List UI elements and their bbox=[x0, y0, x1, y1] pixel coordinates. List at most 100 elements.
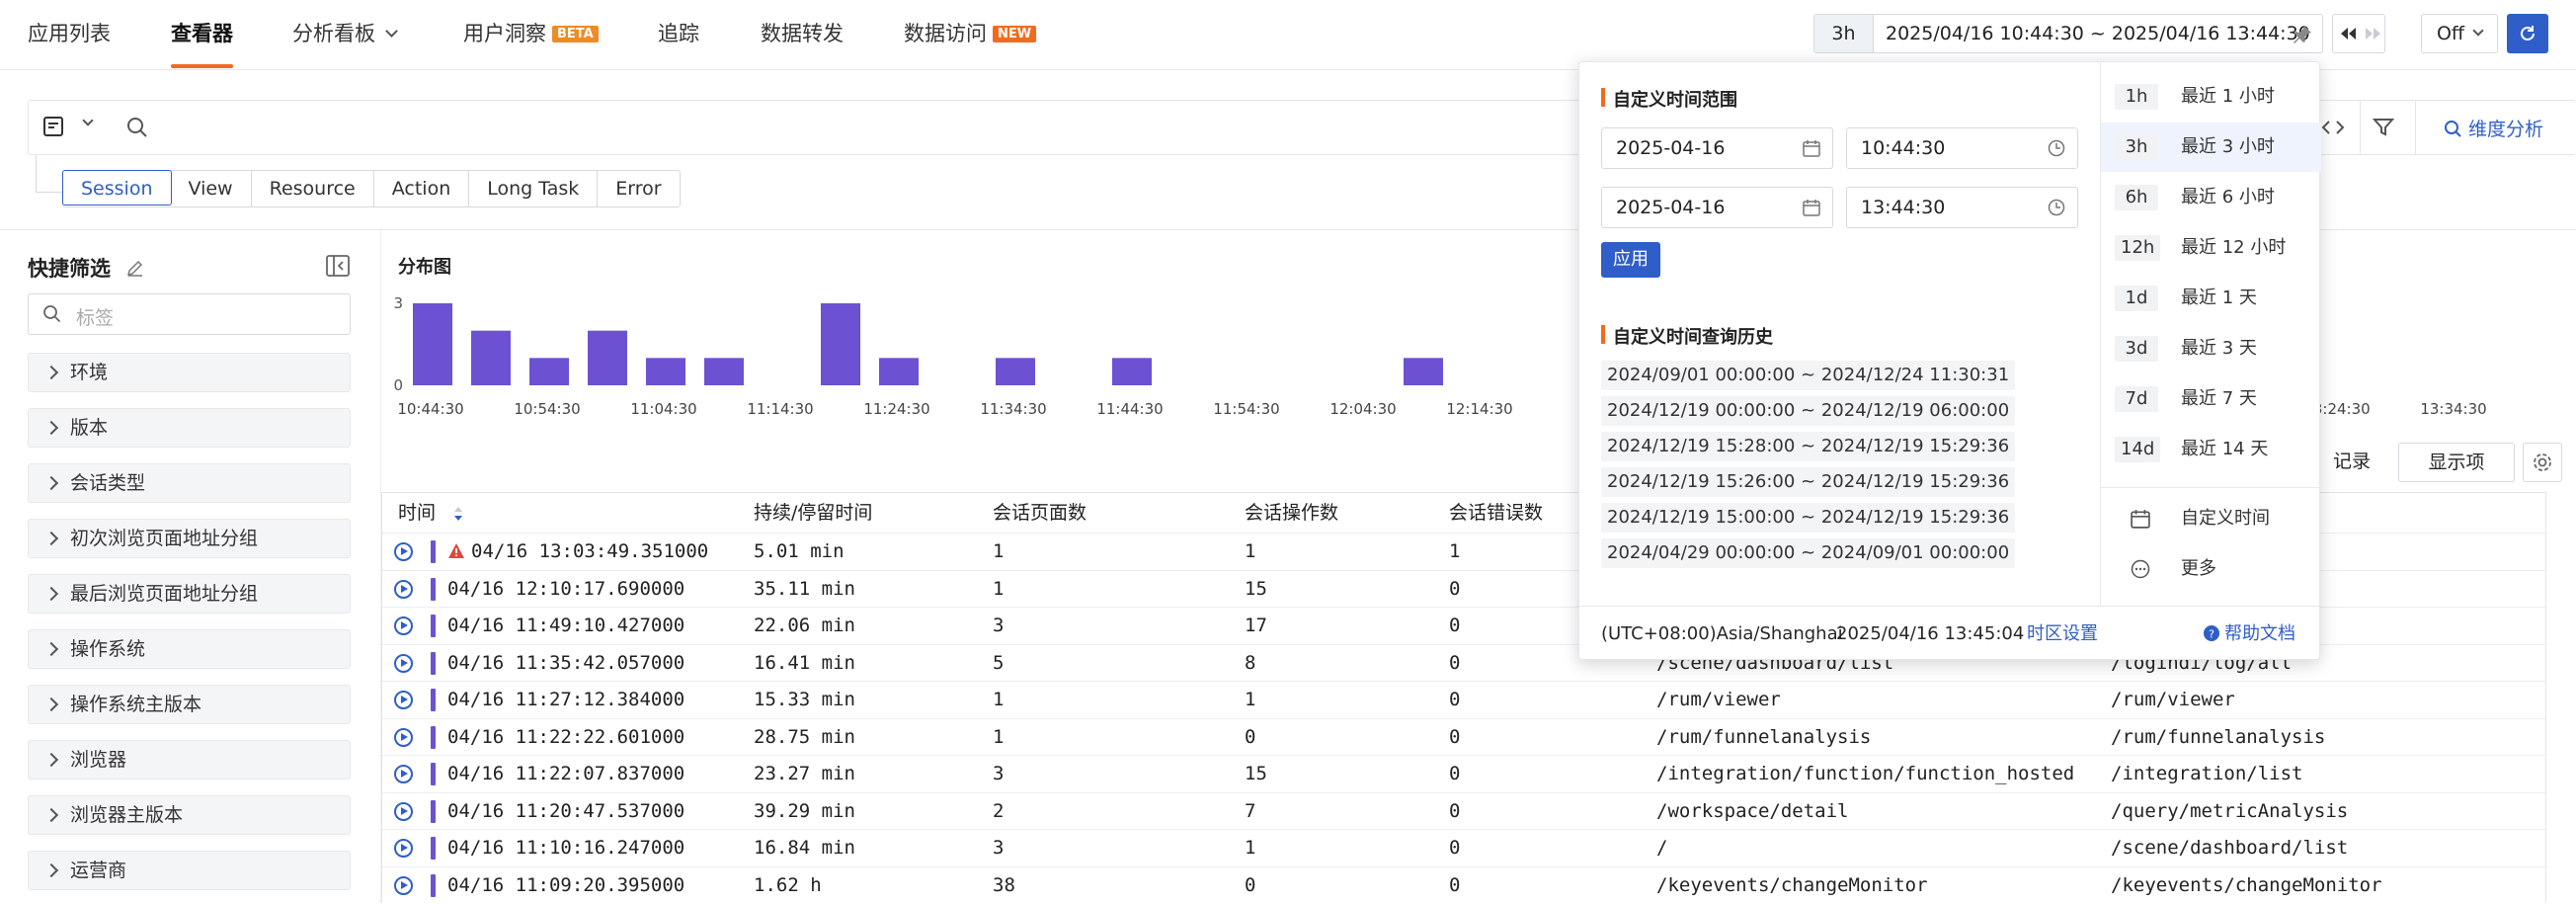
column-header-errors[interactable]: 会话错误数 bbox=[1449, 493, 1543, 533]
play-replay-icon[interactable] bbox=[394, 765, 413, 783]
nav-app-list[interactable]: 应用列表 bbox=[28, 0, 111, 69]
play-replay-icon[interactable] bbox=[394, 579, 413, 599]
refresh-button[interactable] bbox=[2507, 14, 2548, 53]
facet-browser-major[interactable]: 浏览器主版本 bbox=[28, 795, 351, 835]
session-status-bar bbox=[431, 799, 436, 823]
chart-bar[interactable] bbox=[471, 330, 511, 385]
step-back-icon[interactable] bbox=[2337, 24, 2380, 43]
start-time-input[interactable]: 10:44:30 bbox=[1846, 127, 2078, 169]
quick-range-7d[interactable]: 7d 最近 7 天 bbox=[2101, 374, 2321, 424]
facet-carrier[interactable]: 运营商 bbox=[28, 851, 351, 890]
chart-bar[interactable] bbox=[704, 358, 744, 385]
collapse-sidebar-icon[interactable] bbox=[326, 255, 350, 277]
facet-session-type[interactable]: 会话类型 bbox=[28, 463, 351, 503]
quick-range-1d[interactable]: 1d 最近 1 天 bbox=[2101, 274, 2321, 323]
nav-data-forwarding[interactable]: 数据转发 bbox=[761, 0, 844, 69]
history-item[interactable]: 2024/12/19 15:00:00 ~ 2024/12/19 15:29:3… bbox=[1601, 503, 2016, 533]
quick-range-3h[interactable]: 3h 最近 3 小时 bbox=[2101, 123, 2321, 172]
facet-first-page-group[interactable]: 初次浏览页面地址分组 bbox=[28, 519, 351, 558]
column-header-actions[interactable]: 会话操作数 bbox=[1245, 493, 1338, 533]
history-item[interactable]: 2024/12/19 00:00:00 ~ 2024/12/19 06:00:0… bbox=[1601, 396, 2016, 426]
code-icon[interactable] bbox=[2320, 116, 2346, 139]
custom-time-option[interactable]: 自定义时间 bbox=[2101, 494, 2321, 543]
edit-icon[interactable] bbox=[125, 258, 145, 278]
facet-browser[interactable]: 浏览器 bbox=[28, 740, 351, 780]
table-cell-time: 04/16 11:09:20.395000 bbox=[447, 873, 685, 896]
table-cell-time: 04/16 11:49:10.427000 bbox=[447, 615, 685, 636]
pin-icon[interactable] bbox=[2291, 23, 2314, 46]
nav-explorer[interactable]: 查看器 bbox=[171, 0, 233, 69]
chart-bar[interactable] bbox=[646, 358, 685, 385]
sort-icon[interactable] bbox=[451, 506, 465, 522]
chart-bar[interactable] bbox=[529, 358, 569, 385]
column-header-duration[interactable]: 持续/停留时间 bbox=[754, 493, 872, 533]
tag-search-input[interactable]: 标签 bbox=[28, 293, 351, 335]
play-replay-icon[interactable] bbox=[394, 691, 413, 709]
chart-bar[interactable] bbox=[1404, 358, 1443, 385]
play-replay-icon[interactable] bbox=[394, 542, 413, 561]
play-replay-icon[interactable] bbox=[394, 653, 413, 673]
table-row[interactable]: 04/16 11:22:22.601000 28.75 min 1 0 0/rum/fu… bbox=[382, 717, 2545, 756]
timezone-settings-link[interactable]: 时区设置 bbox=[2027, 607, 2098, 662]
table-row[interactable]: 04/16 11:09:20.395000 1.62 h 38 0 0/keyevent… bbox=[382, 865, 2545, 904]
facet-os[interactable]: 操作系统 bbox=[28, 629, 351, 669]
table-settings-button[interactable] bbox=[2523, 443, 2562, 482]
facet-env[interactable]: 环境 bbox=[28, 353, 351, 392]
chevron-down-icon[interactable] bbox=[82, 115, 94, 126]
quick-range-6h[interactable]: 6h 最近 6 小时 bbox=[2101, 173, 2321, 222]
filter-settings-icon[interactable] bbox=[2372, 116, 2397, 139]
tab-session[interactable]: Session bbox=[62, 170, 172, 205]
tab-view[interactable]: View bbox=[171, 171, 252, 206]
end-time-input[interactable]: 13:44:30 bbox=[1846, 187, 2078, 228]
nav-dashboards[interactable]: 分析看板 bbox=[292, 0, 398, 69]
history-item[interactable]: 2024/04/29 00:00:00 ~ 2024/09/01 00:00:0… bbox=[1601, 538, 2016, 568]
apply-button[interactable]: 应用 bbox=[1601, 242, 1660, 278]
nav-user-insight[interactable]: 用户洞察 BETA bbox=[463, 0, 599, 69]
start-date-input[interactable]: 2025-04-16 bbox=[1601, 127, 1833, 169]
facet-version[interactable]: 版本 bbox=[28, 408, 351, 448]
more-option[interactable]: 更多 bbox=[2101, 544, 2321, 594]
table-row[interactable]: 04/16 11:22:07.837000 23.27 min 3 15 0/integ… bbox=[382, 755, 2545, 792]
display-columns-button[interactable]: 显示项 bbox=[2398, 443, 2515, 482]
table-row[interactable]: 04/16 11:27:12.384000 15.33 min 1 1 0/rum/vi… bbox=[382, 681, 2545, 718]
table-row[interactable]: 04/16 11:10:16.247000 16.84 min 3 1 0 / /scene… bbox=[382, 829, 2545, 866]
quick-range-12h[interactable]: 12h 最近 12 小时 bbox=[2101, 223, 2321, 273]
history-item[interactable]: 2024/12/19 15:26:00 ~ 2024/12/19 15:29:3… bbox=[1601, 467, 2016, 497]
chart-bar[interactable] bbox=[1112, 358, 1152, 385]
help-doc-link[interactable]: ? 帮助文档 bbox=[2204, 607, 2295, 662]
query-mode-icon[interactable] bbox=[42, 116, 68, 139]
tab-resource[interactable]: Resource bbox=[252, 171, 374, 206]
chart-bar[interactable] bbox=[879, 358, 919, 385]
chart-bar[interactable] bbox=[821, 303, 860, 385]
nav-tracing[interactable]: 追踪 bbox=[658, 0, 699, 69]
chart-bar[interactable] bbox=[413, 303, 452, 385]
chart-bar[interactable] bbox=[996, 358, 1035, 385]
play-replay-icon[interactable] bbox=[394, 839, 413, 858]
facet-last-page-group[interactable]: 最后浏览页面地址分组 bbox=[28, 574, 351, 614]
time-range-text[interactable]: 2025/04/16 10:44:30 ~ 2025/04/16 13:44:3… bbox=[1886, 15, 2310, 52]
column-header-pages[interactable]: 会话页面数 bbox=[993, 493, 1087, 533]
play-replay-icon[interactable] bbox=[394, 727, 413, 747]
nav-data-access[interactable]: 数据访问 NEW bbox=[904, 0, 1037, 69]
tab-long-task[interactable]: Long Task bbox=[469, 171, 599, 206]
time-range-short[interactable]: 3h bbox=[1814, 15, 1874, 52]
refresh-mode-select[interactable]: Off bbox=[2421, 14, 2498, 53]
play-replay-icon[interactable] bbox=[394, 616, 413, 635]
quick-range-14d[interactable]: 14d 最近 14 天 bbox=[2101, 425, 2321, 474]
tab-error[interactable]: Error bbox=[598, 171, 679, 206]
play-replay-icon[interactable] bbox=[394, 801, 413, 821]
quick-range-3d[interactable]: 3d 最近 3 天 bbox=[2101, 324, 2321, 373]
time-range-picker[interactable]: 3h 2025/04/16 10:44:30 ~ 2025/04/16 13:4… bbox=[1813, 14, 2323, 53]
quick-range-1h[interactable]: 1h 最近 1 小时 bbox=[2101, 72, 2321, 122]
history-item[interactable]: 2024/09/01 00:00:00 ~ 2024/12/24 11:30:3… bbox=[1601, 361, 2016, 390]
tab-action[interactable]: Action bbox=[374, 171, 470, 206]
quick-range-list: 1h 最近 1 小时 3h 最近 3 小时 6h 最近 6 小时 12h 最近 12 小… bbox=[2100, 62, 2321, 606]
play-replay-icon[interactable] bbox=[394, 875, 413, 895]
history-item[interactable]: 2024/12/19 15:28:00 ~ 2024/12/19 15:29:3… bbox=[1601, 432, 2016, 461]
chart-bar[interactable] bbox=[588, 330, 627, 385]
column-header-time[interactable]: 时间 bbox=[398, 493, 465, 533]
facet-os-major[interactable]: 操作系统主版本 bbox=[28, 685, 351, 724]
dimension-analysis-button[interactable]: 维度分析 bbox=[2443, 115, 2543, 141]
table-row[interactable]: 04/16 11:20:47.537000 39.29 min 2 7 0/worksp… bbox=[382, 791, 2545, 830]
end-date-input[interactable]: 2025-04-16 bbox=[1601, 187, 1833, 228]
